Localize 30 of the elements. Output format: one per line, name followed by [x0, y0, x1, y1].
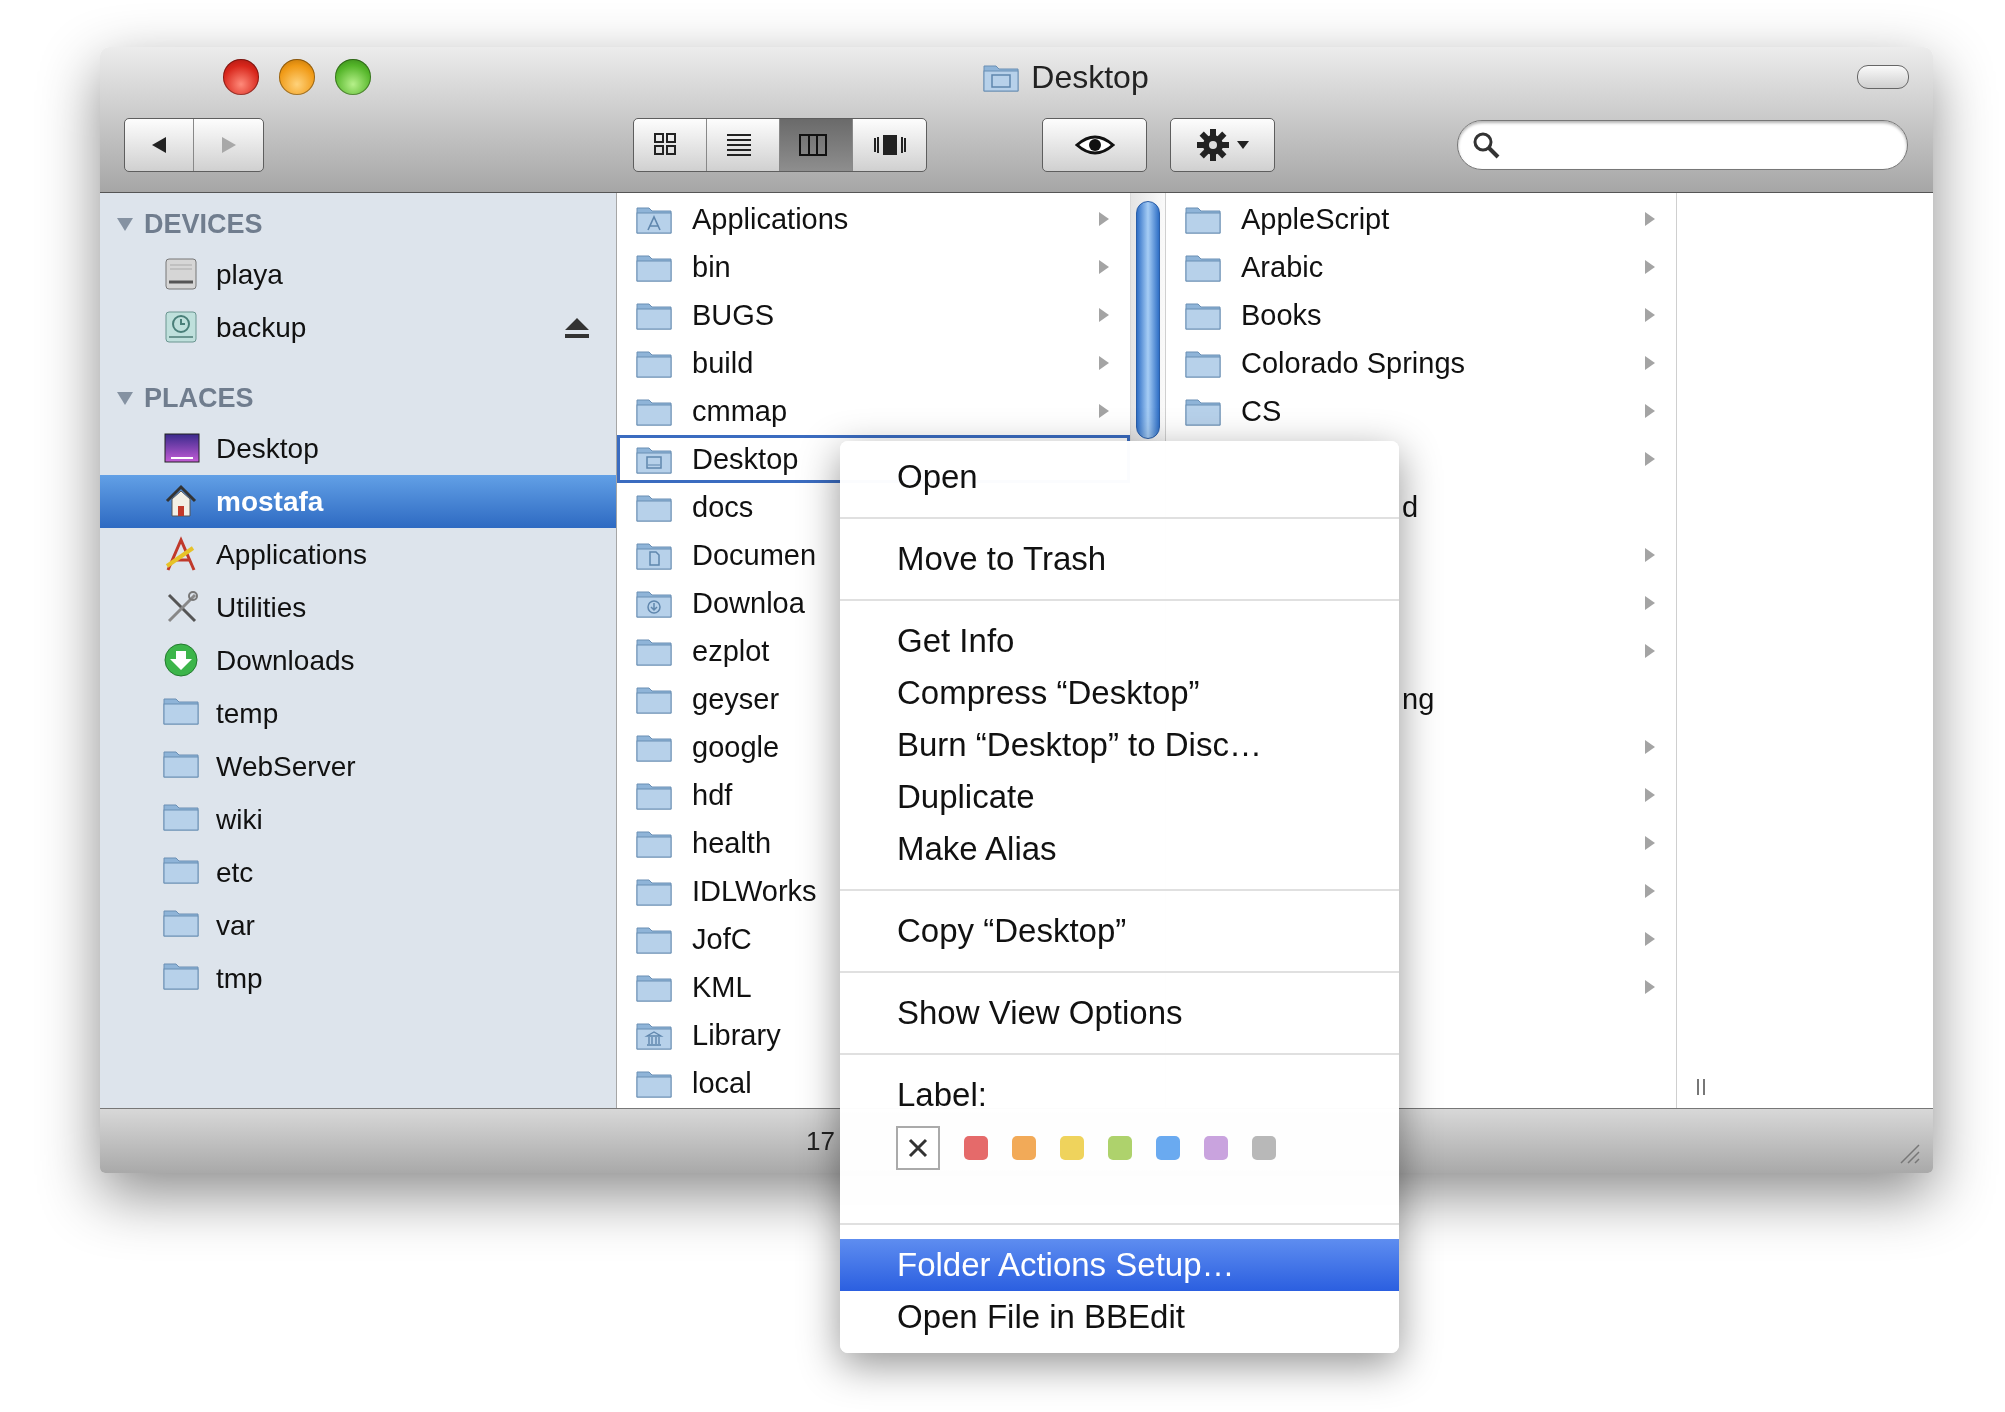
file-name: Desktop: [692, 442, 799, 476]
file-name: cmmap: [692, 394, 788, 428]
file-name: hdf: [692, 778, 733, 812]
file-name: d: [1402, 490, 1419, 524]
section-heading: PLACES: [144, 382, 254, 414]
menu-label: Label:: [896, 1075, 988, 1115]
window-title: Desktop: [1031, 58, 1149, 96]
file-name: Books: [1241, 298, 1322, 332]
file-name: build: [692, 346, 754, 380]
file-name: Downloa: [692, 586, 805, 620]
file-name: IDLWorks: [692, 874, 817, 908]
file-name: AppleScript: [1241, 202, 1390, 236]
file-name: docs: [692, 490, 754, 524]
file-name: bin: [692, 250, 731, 284]
file-name: health: [692, 826, 771, 860]
file-name: JofC: [692, 922, 752, 956]
file-name: Arabic: [1241, 250, 1324, 284]
file-name: Colorado Springs: [1241, 346, 1466, 380]
file-name: ezplot: [692, 634, 770, 668]
file-name: Applications: [692, 202, 849, 236]
file-name: local: [692, 1066, 752, 1100]
status-text: 17: [806, 1125, 835, 1157]
section-heading: DEVICES: [144, 208, 263, 240]
file-name: CS: [1241, 394, 1282, 428]
file-name: google: [692, 730, 780, 764]
file-name: BUGS: [692, 298, 775, 332]
file-name: KML: [692, 970, 752, 1004]
file-name: Documen: [692, 538, 817, 572]
file-name: Library: [692, 1018, 781, 1052]
file-name: geyser: [692, 682, 780, 716]
